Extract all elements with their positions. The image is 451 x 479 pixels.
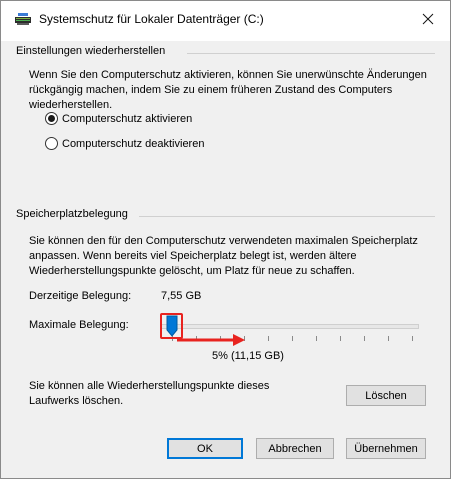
storage-description-line: Sie können den für den Computerschutz ve…: [29, 235, 418, 247]
storage-description-line: Wiederherstellungspunkte gelöscht, um Pl…: [29, 265, 355, 277]
slider-tick: [364, 336, 365, 341]
radio-disable-protection[interactable]: Computerschutz deaktivieren: [45, 137, 204, 150]
slider-tick: [412, 336, 413, 341]
current-usage-label: Derzeitige Belegung:: [29, 290, 132, 302]
storage-usage-heading: Speicherplatzbelegung: [16, 208, 128, 220]
radio-label: Computerschutz deaktivieren: [62, 137, 205, 150]
restore-description-line: wiederherstellen.: [29, 99, 113, 111]
slider-tick: [340, 336, 341, 341]
section-divider: [139, 216, 435, 217]
radio-enable-protection[interactable]: Computerschutz aktivieren: [45, 112, 192, 125]
delete-restore-points-text: Sie können alle Wiederherstellungspunkte…: [29, 379, 269, 409]
storage-description: Sie können den für den Computerschutz ve…: [29, 234, 418, 279]
delete-text-line: Laufwerks löschen.: [29, 395, 124, 407]
max-usage-value: 5% (11,15 GB): [212, 350, 284, 362]
radio-button[interactable]: [45, 137, 58, 150]
slider-tick: [292, 336, 293, 341]
annotation-arrow-icon: [177, 334, 245, 346]
close-button[interactable]: [406, 1, 450, 37]
slider-tick: [316, 336, 317, 341]
system-protection-icon: [15, 13, 31, 25]
section-divider: [187, 53, 435, 54]
restore-description: Wenn Sie den Computerschutz aktivieren, …: [29, 68, 427, 113]
max-usage-label: Maximale Belegung:: [29, 319, 129, 331]
radio-label: Computerschutz aktivieren: [62, 112, 193, 125]
system-protection-dialog: Systemschutz für Lokaler Datenträger (C:…: [0, 0, 451, 479]
cancel-button[interactable]: Abbrechen: [256, 438, 334, 459]
apply-button[interactable]: Übernehmen: [346, 438, 426, 459]
ok-button[interactable]: OK: [167, 438, 243, 459]
radio-button[interactable]: [45, 112, 58, 125]
slider-tick: [388, 336, 389, 341]
restore-description-line: Wenn Sie den Computerschutz aktivieren, …: [29, 69, 427, 81]
restore-description-line: rückgängig machen, indem Sie zu einem fr…: [29, 84, 393, 96]
max-usage-slider-track[interactable]: [161, 324, 419, 329]
title-bar: Systemschutz für Lokaler Datenträger (C:…: [1, 1, 450, 41]
close-icon: [422, 13, 434, 25]
restore-settings-heading: Einstellungen wiederherstellen: [16, 45, 166, 57]
storage-description-line: anpassen. Wenn bereits viel Speicherplat…: [29, 250, 357, 262]
slider-tick: [268, 336, 269, 341]
delete-button[interactable]: Löschen: [346, 385, 426, 406]
delete-text-line: Sie können alle Wiederherstellungspunkte…: [29, 380, 270, 392]
window-title: Systemschutz für Lokaler Datenträger (C:…: [39, 12, 264, 26]
current-usage-value: 7,55 GB: [161, 290, 202, 302]
